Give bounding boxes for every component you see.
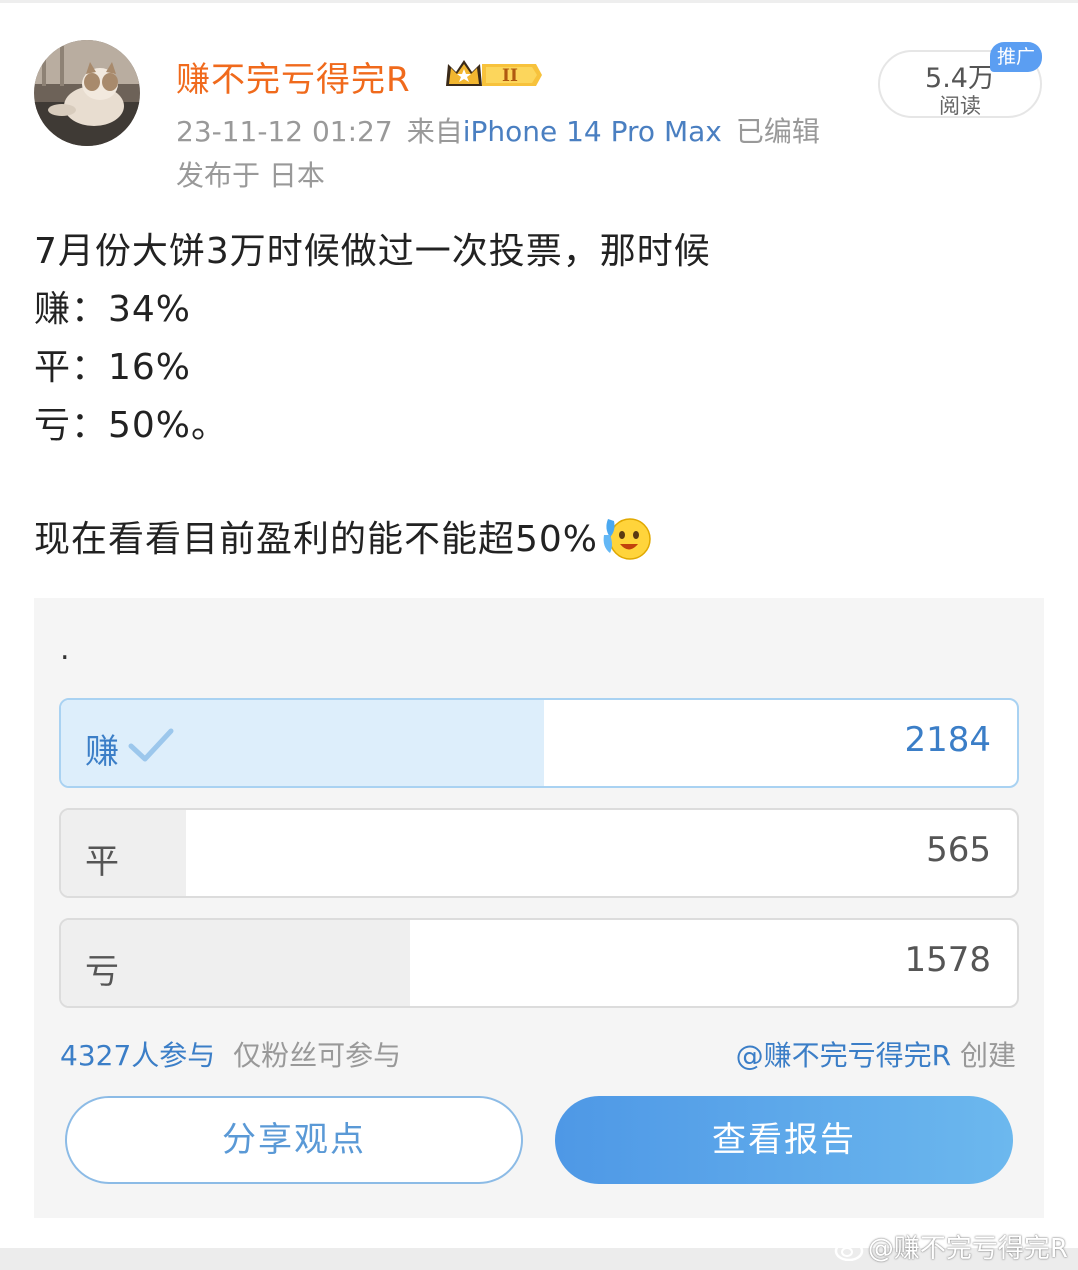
post-text-line: 7月份大饼3万时候做过一次投票，那时候 [34, 231, 711, 272]
poll-restriction: 仅粉丝可参与 [233, 1039, 402, 1072]
watermark-text: @赚不完亏得完R [867, 1234, 1068, 1264]
crying-laughing-emoji-icon [600, 513, 652, 561]
source-prefix: 来自 [406, 115, 463, 148]
vip-level: II [502, 66, 518, 86]
checkmark-icon [128, 728, 174, 762]
poll-option-votes: 1578 [904, 940, 991, 980]
view-report-button[interactable]: 查看报告 [555, 1096, 1013, 1184]
post-meta: 23-11-12 01:27 来自iPhone 14 Pro Max 已编辑 [176, 110, 820, 150]
avatar[interactable] [34, 40, 140, 146]
poll-option[interactable]: 亏 1578 [59, 918, 1019, 1008]
poll-stats: 4327人参与 仅粉丝可参与 [60, 1034, 401, 1074]
device-link[interactable]: iPhone 14 Pro Max [463, 115, 722, 148]
promote-tag[interactable]: 推广 [990, 42, 1042, 72]
post-text-line: 亏：50%。 [34, 405, 229, 446]
post-text-line: 现在看看目前盈利的能不能超50% [34, 510, 652, 562]
read-label: 阅读 [939, 94, 981, 118]
poll-card: . 赚 2184 平 565 亏 1578 4327人参与 仅粉丝可参与 @赚不… [34, 598, 1044, 1218]
poll-title: . [60, 632, 70, 667]
poll-option-votes: 565 [926, 830, 991, 870]
poll-option-label: 亏 [85, 952, 119, 992]
post-timestamp: 23-11-12 01:27 [176, 115, 393, 148]
watermark: @赚不完亏得完R [834, 1228, 1068, 1265]
vip-crown-badge-icon[interactable]: II [444, 56, 542, 94]
poll-option-votes: 2184 [904, 720, 991, 760]
poll-option[interactable]: 赚 2184 [59, 698, 1019, 788]
poll-creator: @赚不完亏得完R 创建 [736, 1034, 1016, 1074]
top-divider [0, 0, 1078, 3]
creator-suffix: 创建 [959, 1039, 1016, 1072]
share-opinion-button[interactable]: 分享观点 [65, 1096, 523, 1184]
poll-participants[interactable]: 4327人参与 [60, 1039, 215, 1072]
post-text-span: 现在看看目前盈利的能不能超50% [34, 519, 599, 560]
poll-option[interactable]: 平 565 [59, 808, 1019, 898]
post-location: 发布于 日本 [176, 159, 325, 192]
creator-mention-link[interactable]: @赚不完亏得完R [736, 1039, 951, 1072]
post-text-line: 赚：34% [34, 289, 192, 330]
edited-label[interactable]: 已编辑 [736, 115, 820, 148]
weibo-logo-icon [834, 1235, 868, 1262]
avatar-photo-icon [34, 40, 140, 146]
poll-option-label: 平 [85, 842, 119, 882]
username[interactable]: 赚不完亏得完R [176, 52, 411, 101]
poll-option-bar [61, 810, 187, 896]
post-text-line: 平：16% [34, 347, 192, 388]
poll-option-label: 赚 [85, 732, 119, 772]
